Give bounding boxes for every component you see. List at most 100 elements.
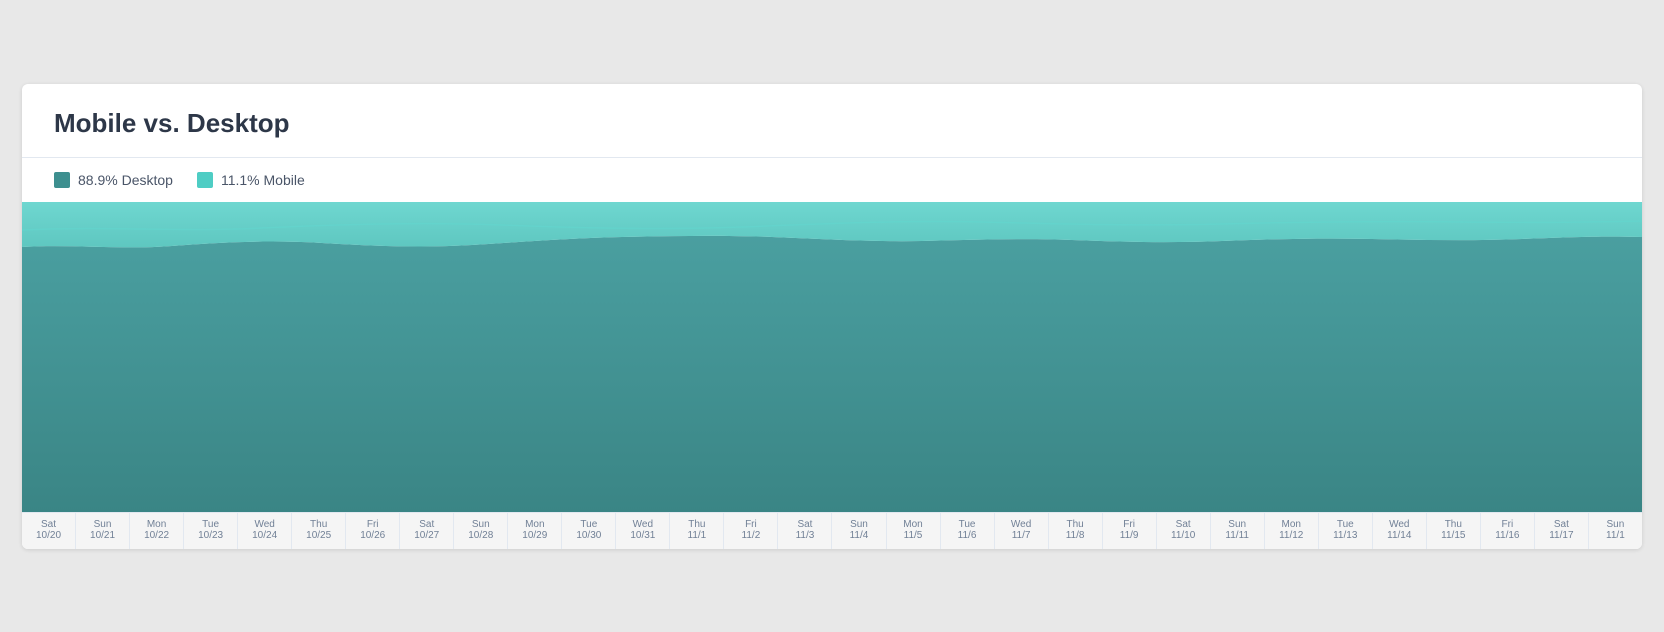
tick-date: 10/30 xyxy=(576,530,601,541)
tick-day: Thu xyxy=(688,519,705,530)
tick-date: 10/23 xyxy=(198,530,223,541)
x-tick: Wed10/31 xyxy=(615,513,669,549)
tick-day: Sat xyxy=(797,519,812,530)
x-tick: Sat11/10 xyxy=(1156,513,1210,549)
tick-date: 11/12 xyxy=(1279,530,1303,541)
tick-day: Sun xyxy=(850,519,868,530)
tick-day: Tue xyxy=(580,519,597,530)
tick-day: Fri xyxy=(745,519,757,530)
x-tick: Sun11/11 xyxy=(1210,513,1264,549)
legend-desktop: 88.9% Desktop xyxy=(54,172,173,188)
tick-day: Sun xyxy=(1607,519,1625,530)
mobile-swatch xyxy=(197,172,213,188)
desktop-area xyxy=(22,235,1642,511)
x-tick: Sun11/4 xyxy=(831,513,885,549)
x-tick: Mon10/29 xyxy=(507,513,561,549)
x-tick: Fri10/26 xyxy=(345,513,399,549)
tick-date: 10/26 xyxy=(360,530,385,541)
chart-area xyxy=(22,202,1642,512)
x-tick: Tue11/13 xyxy=(1318,513,1372,549)
tick-date: 10/25 xyxy=(306,530,331,541)
tick-day: Tue xyxy=(1337,519,1354,530)
x-tick: Sun10/21 xyxy=(75,513,129,549)
x-tick: Fri11/2 xyxy=(723,513,777,549)
tick-date: 11/9 xyxy=(1120,530,1139,541)
x-tick: Sat11/17 xyxy=(1534,513,1588,549)
tick-day: Mon xyxy=(903,519,922,530)
tick-day: Tue xyxy=(959,519,976,530)
x-tick: Tue11/6 xyxy=(940,513,994,549)
tick-date: 11/15 xyxy=(1441,530,1465,541)
chart-title: Mobile vs. Desktop xyxy=(54,108,1610,139)
tick-date: 11/14 xyxy=(1387,530,1411,541)
x-tick: Sat10/20 xyxy=(22,513,75,549)
tick-day: Sun xyxy=(472,519,490,530)
x-tick: Fri11/16 xyxy=(1480,513,1534,549)
tick-day: Wed xyxy=(633,519,653,530)
x-tick: Thu11/15 xyxy=(1426,513,1480,549)
tick-day: Wed xyxy=(1389,519,1409,530)
x-axis: Sat10/20Sun10/21Mon10/22Tue10/23Wed10/24… xyxy=(22,512,1642,549)
tick-day: Mon xyxy=(525,519,544,530)
desktop-label: 88.9% Desktop xyxy=(78,172,173,188)
tick-day: Sat xyxy=(1176,519,1191,530)
x-tick: Mon11/12 xyxy=(1264,513,1318,549)
tick-date: 11/13 xyxy=(1333,530,1357,541)
x-tick: Fri11/9 xyxy=(1102,513,1156,549)
tick-date: 11/4 xyxy=(850,530,869,541)
mobile-label: 11.1% Mobile xyxy=(221,172,305,188)
tick-date: 11/11 xyxy=(1225,530,1249,541)
tick-day: Tue xyxy=(202,519,219,530)
tick-day: Sun xyxy=(1228,519,1246,530)
tick-date: 11/2 xyxy=(742,530,761,541)
tick-date: 11/1 xyxy=(688,530,707,541)
tick-day: Fri xyxy=(367,519,379,530)
tick-date: 10/28 xyxy=(468,530,493,541)
tick-day: Sun xyxy=(94,519,112,530)
tick-day: Sat xyxy=(1554,519,1569,530)
tick-day: Sat xyxy=(41,519,56,530)
x-tick: Sun11/1 xyxy=(1588,513,1642,549)
desktop-swatch xyxy=(54,172,70,188)
tick-day: Fri xyxy=(1502,519,1514,530)
tick-date: 10/29 xyxy=(522,530,547,541)
tick-date: 10/20 xyxy=(36,530,61,541)
tick-day: Mon xyxy=(147,519,166,530)
x-tick: Sat11/3 xyxy=(777,513,831,549)
x-tick: Mon10/22 xyxy=(129,513,183,549)
x-tick: Tue10/23 xyxy=(183,513,237,549)
tick-day: Thu xyxy=(310,519,327,530)
legend: 88.9% Desktop 11.1% Mobile xyxy=(22,158,1642,202)
x-tick: Thu10/25 xyxy=(291,513,345,549)
x-tick: Thu11/1 xyxy=(669,513,723,549)
tick-date: 11/17 xyxy=(1549,530,1573,541)
tick-date: 10/21 xyxy=(90,530,115,541)
tick-date: 11/10 xyxy=(1171,530,1195,541)
x-tick: Thu11/8 xyxy=(1048,513,1102,549)
x-tick: Tue10/30 xyxy=(561,513,615,549)
tick-date: 11/8 xyxy=(1066,530,1085,541)
tick-day: Mon xyxy=(1282,519,1301,530)
tick-date: 11/6 xyxy=(958,530,977,541)
x-tick: Sat10/27 xyxy=(399,513,453,549)
x-tick: Wed10/24 xyxy=(237,513,291,549)
legend-mobile: 11.1% Mobile xyxy=(197,172,305,188)
chart-svg xyxy=(22,202,1642,512)
x-tick: Mon11/5 xyxy=(886,513,940,549)
tick-date: 10/22 xyxy=(144,530,169,541)
tick-date: 10/24 xyxy=(252,530,277,541)
tick-date: 11/16 xyxy=(1495,530,1519,541)
tick-day: Wed xyxy=(1011,519,1031,530)
tick-day: Fri xyxy=(1123,519,1135,530)
tick-date: 11/3 xyxy=(796,530,815,541)
tick-date: 10/31 xyxy=(630,530,655,541)
tick-date: 10/27 xyxy=(414,530,439,541)
x-tick: Wed11/14 xyxy=(1372,513,1426,549)
tick-day: Wed xyxy=(254,519,274,530)
tick-date: 11/5 xyxy=(904,530,923,541)
chart-card: Mobile vs. Desktop 88.9% Desktop 11.1% M… xyxy=(22,84,1642,549)
card-header: Mobile vs. Desktop xyxy=(22,84,1642,157)
tick-day: Thu xyxy=(1445,519,1462,530)
tick-date: 11/1 xyxy=(1606,530,1625,541)
x-tick: Wed11/7 xyxy=(994,513,1048,549)
